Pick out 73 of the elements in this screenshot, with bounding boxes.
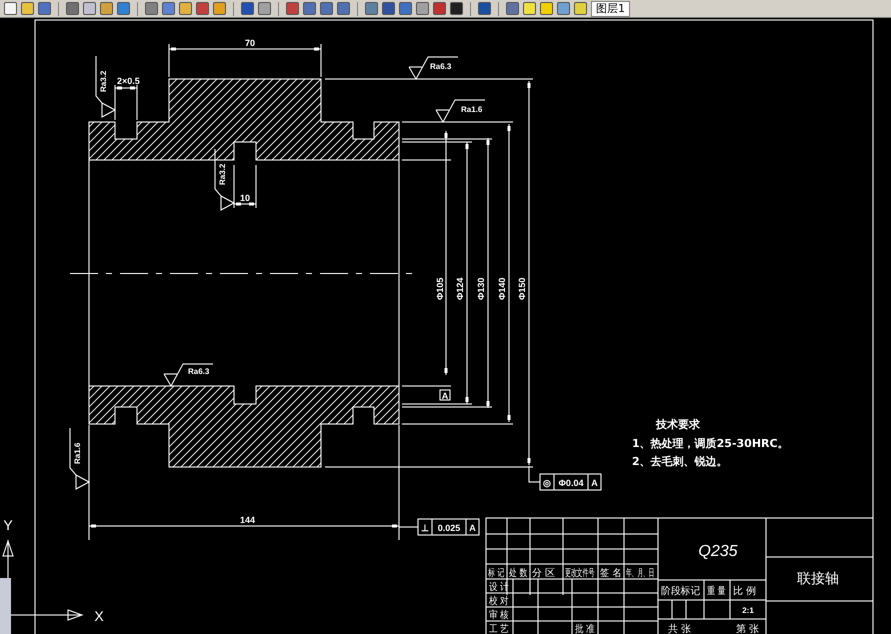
requirements-title: 技术要求 (656, 418, 700, 431)
center-line-dash (256, 273, 262, 274)
table-label: 校 对 (489, 595, 508, 608)
center-line-dash (406, 273, 412, 274)
dimension-line (114, 86, 138, 90)
dimension-text: Φ150 (517, 278, 527, 300)
tolerance-value: Φ0.04 (558, 478, 584, 488)
datum-label: A (440, 390, 450, 401)
roughness-symbol (436, 100, 486, 124)
layer-dropdown[interactable]: 图层1 (591, 0, 630, 16)
roughness-symbol (164, 364, 214, 388)
tolerance-frame (418, 518, 480, 536)
requirement-text: 2、去毛刺、锐边。 (632, 455, 728, 468)
roughness-text: Ra3.2 (99, 70, 108, 92)
center-line-dash (70, 273, 98, 274)
table-label: 共 张 (668, 624, 692, 634)
table-header: 更改文件号 (565, 566, 594, 578)
table-header: 阶段标记 (661, 586, 700, 598)
dimension-text: Φ105 (435, 278, 445, 300)
center-line-dash (206, 273, 212, 274)
leader-line (528, 466, 540, 482)
dimension-text: 2×0.5 (117, 76, 140, 86)
leader-line (398, 526, 418, 528)
roughness-text: Ra1.6 (461, 105, 482, 114)
table-header: 重 量 (707, 586, 726, 598)
table-header: 比 例 (733, 586, 756, 597)
tolerance-symbol: ⊥ (421, 523, 429, 533)
dimension-text: Φ140 (497, 278, 507, 300)
tolerance-symbol: ◎ (543, 478, 551, 488)
datum-label: A (591, 478, 598, 488)
dimension-text: 10 (240, 193, 250, 203)
table-header: 处 数 (509, 568, 528, 580)
center-line-dash (370, 273, 398, 274)
table-label: 工 艺 (489, 623, 508, 634)
center-line-dash (170, 273, 198, 274)
table-header: 签 名 (600, 568, 622, 580)
dimension-line (234, 202, 256, 206)
requirement-text: 1、热处理，调质25-30HRC。 (632, 437, 789, 450)
center-line-dash (106, 273, 112, 274)
table-header: 标 记 (488, 568, 505, 580)
table-label: 审 核 (489, 609, 508, 622)
center-line-dash (120, 273, 148, 274)
center-line-dash (156, 273, 162, 274)
docked-palette (0, 578, 11, 634)
roughness-symbol (70, 428, 90, 490)
datum-label: A (469, 523, 476, 533)
roughness-symbol (408, 56, 458, 80)
axis-label: X (94, 608, 104, 624)
table-header: 分 区 (532, 568, 556, 579)
dimension-text: 70 (245, 38, 256, 48)
scale-value: 2:1 (742, 606, 754, 615)
tolerance-frame (540, 474, 602, 490)
roughness-text: Ra1.6 (73, 442, 82, 464)
roughness-text: Ra6.3 (430, 62, 452, 71)
roughness-text: Ra3.2 (218, 164, 227, 185)
roughness-text: Ra6.3 (188, 367, 210, 376)
dimension-text: Φ130 (476, 278, 486, 300)
table-label: 批 准 (575, 623, 594, 634)
center-line-dash (320, 273, 348, 274)
table-label: 第 张 (736, 624, 760, 634)
center-line-dash (270, 273, 298, 274)
dimension-text: Φ124 (455, 278, 465, 300)
dimension-text: 144 (240, 515, 256, 525)
center-line-dash (356, 273, 362, 274)
roughness-symbol (214, 148, 234, 210)
material-text: Q235 (698, 543, 738, 560)
axis-label: Y (3, 517, 13, 533)
roughness-symbol (96, 56, 116, 118)
center-line-dash (220, 273, 248, 274)
part-name: 联接轴 (797, 571, 839, 587)
center-line-dash (306, 273, 312, 274)
tolerance-value: 0.025 (438, 523, 460, 533)
table-header: 年、月、日 (626, 566, 654, 578)
